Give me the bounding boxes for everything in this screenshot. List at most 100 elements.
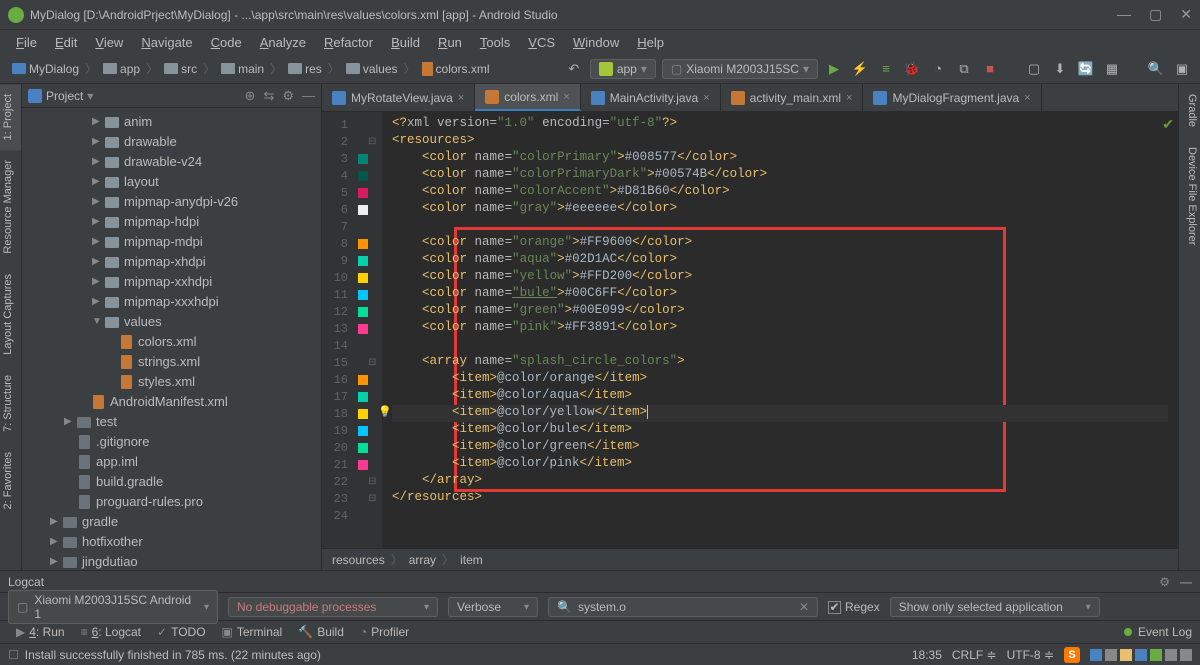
close-tab-icon[interactable]: × <box>703 92 709 104</box>
tree-item[interactable]: ▶gradle <box>22 512 321 532</box>
editor-crumb-item[interactable]: item <box>460 553 483 567</box>
tree-item[interactable]: AndroidManifest.xml <box>22 392 321 412</box>
tree-item[interactable]: ▶anim <box>22 112 321 132</box>
breadcrumb-item[interactable]: src <box>160 61 201 77</box>
logcat-process-selector[interactable]: No debuggable processes▾ <box>228 597 438 617</box>
project-tree[interactable]: ▶anim▶drawable▶drawable-v24▶layout▶mipma… <box>22 108 321 570</box>
tree-item[interactable]: ▶mipmap-xxhdpi <box>22 272 321 292</box>
right-rail-tab[interactable]: Gradle <box>1179 84 1200 137</box>
profiler-button[interactable]: ◔ <box>928 59 948 79</box>
bottom-tab[interactable]: ▶4: Run <box>8 625 73 639</box>
close-tab-icon[interactable]: × <box>458 92 464 104</box>
left-rail-tab[interactable]: 2: Favorites <box>0 442 21 519</box>
stop-button[interactable]: ■ <box>980 59 1000 79</box>
breadcrumb-item[interactable]: app <box>99 61 144 77</box>
tree-item[interactable]: .gitignore <box>22 432 321 452</box>
tree-item[interactable]: ▶hotfixother <box>22 532 321 552</box>
right-rail-tab[interactable]: Device File Explorer <box>1179 137 1200 255</box>
project-target-icon[interactable]: ⊕ <box>245 88 256 104</box>
menu-analyze[interactable]: Analyze <box>252 33 314 52</box>
structure-button[interactable]: ▦ <box>1102 59 1122 79</box>
bottom-tab[interactable]: ✓TODO <box>149 625 214 639</box>
run-button[interactable]: ▶ <box>824 59 844 79</box>
left-rail-tab[interactable]: 7: Structure <box>0 365 21 442</box>
bottom-tab[interactable]: ≡6: Logcat <box>73 625 149 639</box>
logcat-level-selector[interactable]: Verbose▾ <box>448 597 538 617</box>
menu-run[interactable]: Run <box>430 33 470 52</box>
breadcrumb-item[interactable]: main <box>217 61 268 77</box>
editor-tab[interactable]: MyDialogFragment.java× <box>863 84 1041 111</box>
status-line-ending[interactable]: CRLF ≑ <box>952 648 997 662</box>
sync-button[interactable]: 🔄 <box>1076 59 1096 79</box>
logcat-device-selector[interactable]: ▢Xiaomi M2003J15SC Android 1▾ <box>8 590 218 624</box>
editor-breadcrumb[interactable]: resources〉array〉item <box>322 548 1178 570</box>
tree-item[interactable]: ▶jingdutiao <box>22 552 321 570</box>
menu-view[interactable]: View <box>87 33 131 52</box>
attach-button[interactable]: ⧉ <box>954 59 974 79</box>
tree-item[interactable]: proguard-rules.pro <box>22 492 321 512</box>
tree-item[interactable]: strings.xml <box>22 352 321 372</box>
editor-crumb-item[interactable]: array <box>409 553 436 567</box>
tree-item[interactable]: colors.xml <box>22 332 321 352</box>
menu-code[interactable]: Code <box>203 33 250 52</box>
inspection-ok-icon[interactable]: ✔ <box>1162 116 1174 133</box>
bottom-tab[interactable]: ▣Terminal <box>214 625 291 639</box>
menu-vcs[interactable]: VCS <box>520 33 563 52</box>
run-config-selector[interactable]: app▾ <box>590 59 656 79</box>
nav-back-button[interactable]: ↶ <box>564 59 584 79</box>
event-log-button[interactable]: Event Log <box>1138 625 1192 639</box>
tree-item[interactable]: ▶drawable-v24 <box>22 152 321 172</box>
device-selector[interactable]: ▢Xiaomi M2003J15SC▾ <box>662 59 818 79</box>
tree-item[interactable]: styles.xml <box>22 372 321 392</box>
tree-item[interactable]: ▶test <box>22 412 321 432</box>
close-tab-icon[interactable]: × <box>563 91 569 103</box>
project-settings-icon[interactable]: ⚙ <box>282 88 294 104</box>
close-button[interactable]: ✕ <box>1180 6 1192 23</box>
close-tab-icon[interactable]: × <box>1024 92 1030 104</box>
logcat-search-input[interactable]: 🔍system.o✕ <box>548 597 818 617</box>
tree-item[interactable]: ▶layout <box>22 172 321 192</box>
project-collapse-icon[interactable]: ⇆ <box>263 88 274 104</box>
menu-help[interactable]: Help <box>629 33 672 52</box>
breadcrumb-item[interactable]: values <box>342 61 402 77</box>
menu-window[interactable]: Window <box>565 33 627 52</box>
status-encoding[interactable]: UTF-8 ≑ <box>1007 648 1054 662</box>
logcat-filter-selector[interactable]: Show only selected application▾ <box>890 597 1100 617</box>
logcat-regex-checkbox[interactable]: ✔Regex <box>828 600 880 614</box>
left-rail-tab[interactable]: Resource Manager <box>0 150 21 264</box>
breadcrumb-item[interactable]: res <box>284 61 326 77</box>
breadcrumb-item[interactable]: MyDialog <box>8 61 83 77</box>
logcat-settings-icon[interactable]: ⚙ <box>1159 575 1170 589</box>
menu-edit[interactable]: Edit <box>47 33 85 52</box>
editor-crumb-item[interactable]: resources <box>332 553 385 567</box>
tree-item[interactable]: ▶mipmap-mdpi <box>22 232 321 252</box>
minimize-button[interactable]: — <box>1117 6 1131 23</box>
editor-tab[interactable]: MainActivity.java× <box>581 84 721 111</box>
tree-item[interactable]: ▶mipmap-xhdpi <box>22 252 321 272</box>
tree-item[interactable]: ▼values <box>22 312 321 332</box>
bottom-tab[interactable]: ◔Profiler <box>352 625 417 639</box>
editor-tab[interactable]: activity_main.xml× <box>721 84 864 111</box>
logcat-hide-icon[interactable]: — <box>1180 575 1192 589</box>
editor-tab[interactable]: MyRotateView.java× <box>322 84 475 111</box>
left-rail-tab[interactable]: Layout Captures <box>0 264 21 365</box>
tree-item[interactable]: app.iml <box>22 452 321 472</box>
settings-button[interactable]: ▣ <box>1172 59 1192 79</box>
menu-navigate[interactable]: Navigate <box>133 33 200 52</box>
sdk-button[interactable]: ⬇ <box>1050 59 1070 79</box>
menu-build[interactable]: Build <box>383 33 428 52</box>
breadcrumb-item[interactable]: colors.xml <box>418 61 494 77</box>
close-tab-icon[interactable]: × <box>846 92 852 104</box>
menu-tools[interactable]: Tools <box>472 33 518 52</box>
apply-code-button[interactable]: ≡ <box>876 59 896 79</box>
tree-item[interactable]: ▶drawable <box>22 132 321 152</box>
tree-item[interactable]: build.gradle <box>22 472 321 492</box>
menu-refactor[interactable]: Refactor <box>316 33 381 52</box>
apply-changes-button[interactable]: ⚡ <box>850 59 870 79</box>
tree-item[interactable]: ▶mipmap-hdpi <box>22 212 321 232</box>
code-editor[interactable]: 12⊟3456789101112131415⊟16171819202122⊟23… <box>322 112 1178 548</box>
menu-file[interactable]: File <box>8 33 45 52</box>
tree-item[interactable]: ▶mipmap-anydpi-v26 <box>22 192 321 212</box>
tree-item[interactable]: ▶mipmap-xxxhdpi <box>22 292 321 312</box>
debug-button[interactable]: 🐞 <box>902 59 922 79</box>
